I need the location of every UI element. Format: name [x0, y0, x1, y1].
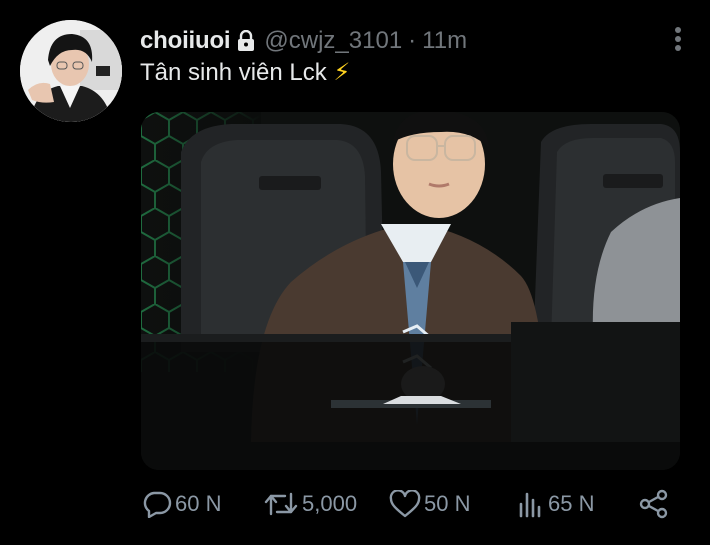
display-name[interactable]: choiiuoi [140, 27, 231, 55]
separator-dot: · [408, 27, 417, 54]
reply-icon [142, 490, 172, 518]
retweet-button[interactable]: 5,000 [263, 484, 357, 524]
tweet-header: choiiuoi @cwjz_3101 · 11m [140, 24, 467, 58]
timestamp[interactable]: 11m [422, 27, 467, 55]
share-button[interactable] [638, 484, 670, 524]
like-count: 50 N [424, 491, 471, 516]
heart-icon [389, 490, 421, 518]
lightning-emoji: ⚡ [333, 59, 351, 86]
retweet-icon [263, 490, 299, 518]
views-icon [517, 490, 545, 518]
user-handle[interactable]: @cwjz_3101 [264, 27, 402, 55]
retweet-count: 5,000 [302, 491, 358, 516]
tweet-text: Tân sinh viên Lck ⚡ [140, 58, 350, 87]
lock-icon [237, 29, 255, 52]
views-button[interactable]: 65 N [517, 484, 594, 524]
more-vertical-icon[interactable] [668, 26, 688, 52]
reply-button[interactable]: 60 N [142, 484, 221, 524]
avatar-image [20, 20, 122, 122]
tweet-text-body: Tân sinh viên Lck [140, 59, 327, 86]
like-button[interactable]: 50 N [389, 484, 470, 524]
tweet-actions: 60 N 5,000 50 N 65 N [0, 484, 710, 524]
tweet[interactable]: choiiuoi @cwjz_3101 · 11m Tân sinh viên … [0, 0, 710, 545]
share-icon [638, 489, 670, 519]
views-count: 65 N [548, 491, 595, 516]
photo-illustration [141, 112, 680, 470]
avatar[interactable] [20, 20, 122, 122]
reply-count: 60 N [175, 491, 222, 516]
tweet-photo[interactable] [141, 112, 680, 470]
